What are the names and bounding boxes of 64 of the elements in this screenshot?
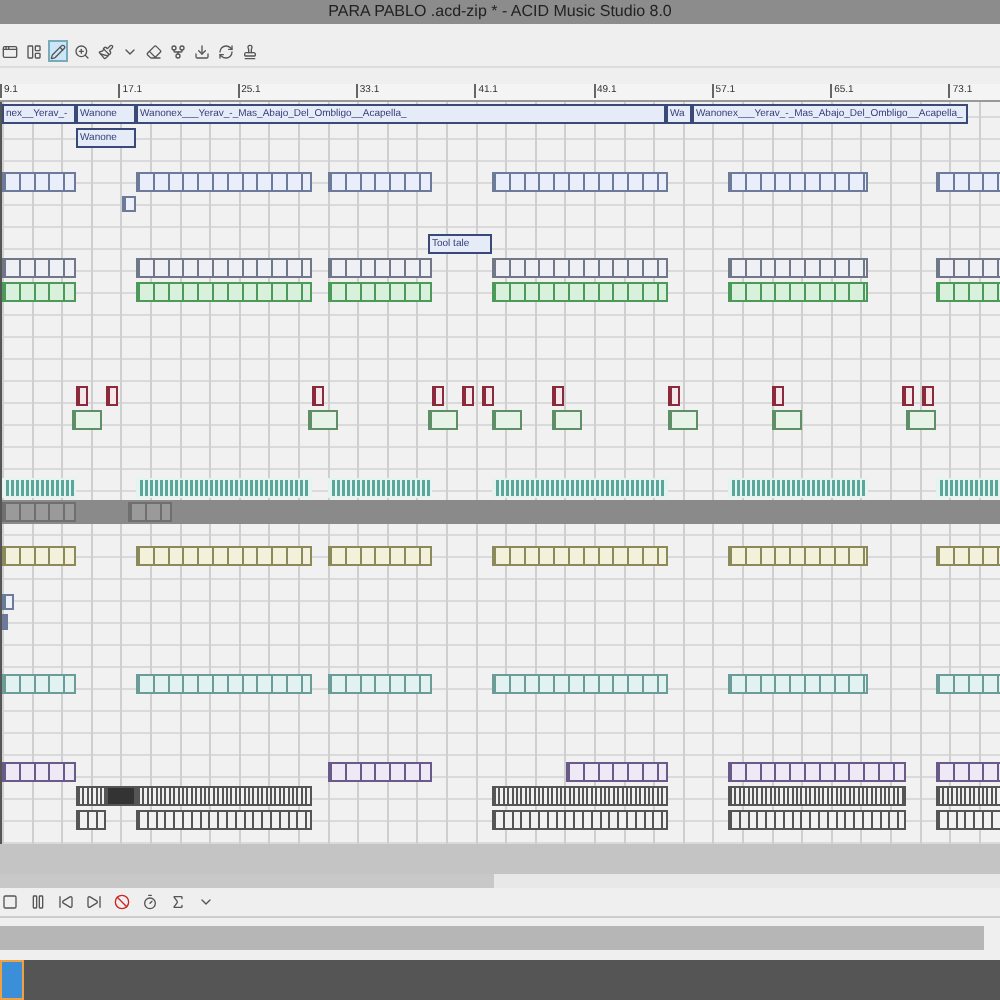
tool-button[interactable] [168, 40, 188, 63]
event-strip[interactable] [106, 385, 118, 406]
skip-back-icon [58, 894, 74, 911]
event-strip[interactable] [492, 809, 668, 830]
pause-icon [30, 894, 46, 911]
event-strip[interactable] [76, 785, 106, 806]
transport-button[interactable] [28, 892, 48, 913]
tool-button[interactable] [0, 40, 20, 63]
event-strip[interactable] [922, 385, 934, 406]
timer-icon [142, 894, 158, 911]
stop-icon [2, 894, 18, 911]
tool-button[interactable] [72, 40, 92, 63]
event-strip[interactable] [492, 785, 668, 806]
transport-button[interactable] [112, 892, 132, 913]
event-strip[interactable] [566, 761, 668, 782]
event-strip[interactable] [936, 809, 1000, 830]
event-strip[interactable] [106, 785, 136, 806]
transport-button[interactable] [0, 892, 20, 913]
brush-icon [98, 43, 114, 60]
download-icon [194, 43, 210, 60]
event-strip[interactable] [432, 385, 444, 406]
tool-button[interactable] [24, 40, 44, 63]
event-strip[interactable] [328, 761, 432, 782]
transport-button[interactable] [140, 892, 160, 913]
event-strip[interactable] [772, 385, 784, 406]
event-strip[interactable] [136, 809, 312, 830]
tool-button[interactable] [144, 40, 164, 63]
event-strip[interactable] [2, 761, 76, 782]
tool-button[interactable] [192, 40, 212, 63]
zoom-icon [74, 43, 90, 60]
event-strip[interactable] [902, 385, 914, 406]
event-strip[interactable] [482, 385, 494, 406]
layout-icon [26, 43, 42, 60]
window-icon [2, 43, 18, 60]
event-strip[interactable] [312, 385, 324, 406]
tool-button[interactable] [240, 40, 260, 63]
transport-button[interactable] [56, 892, 76, 913]
sigma-icon [170, 894, 186, 911]
event-strip[interactable] [728, 809, 906, 830]
event-strip[interactable] [668, 385, 680, 406]
scrollbar-thumb[interactable] [0, 874, 494, 889]
event-strip[interactable] [728, 761, 906, 782]
app-icon[interactable] [0, 959, 24, 1000]
event-strip[interactable] [462, 385, 474, 406]
transport-button[interactable] [84, 892, 104, 913]
pencil-icon [50, 43, 66, 60]
skip-forward-icon [86, 894, 102, 911]
event-strip[interactable] [936, 785, 1000, 806]
window-title: PARA PABLO .acd-zip * - ACID Music Studio 8.0 [328, 2, 672, 21]
event-strip[interactable] [552, 385, 564, 406]
ban-icon [114, 894, 130, 911]
stamp-icon [242, 43, 258, 60]
transport-button[interactable] [168, 892, 188, 913]
tool-button[interactable] [48, 40, 68, 63]
fork-icon [170, 43, 186, 60]
event-strip[interactable] [76, 809, 106, 830]
tool-button[interactable] [96, 40, 116, 63]
refresh-icon [218, 43, 234, 60]
event-strip[interactable] [728, 785, 906, 806]
event-strip[interactable] [136, 785, 312, 806]
event-strip[interactable] [936, 761, 1000, 782]
event-strip[interactable] [76, 385, 88, 406]
tool-button[interactable] [216, 40, 236, 63]
eraser-icon [146, 43, 162, 60]
